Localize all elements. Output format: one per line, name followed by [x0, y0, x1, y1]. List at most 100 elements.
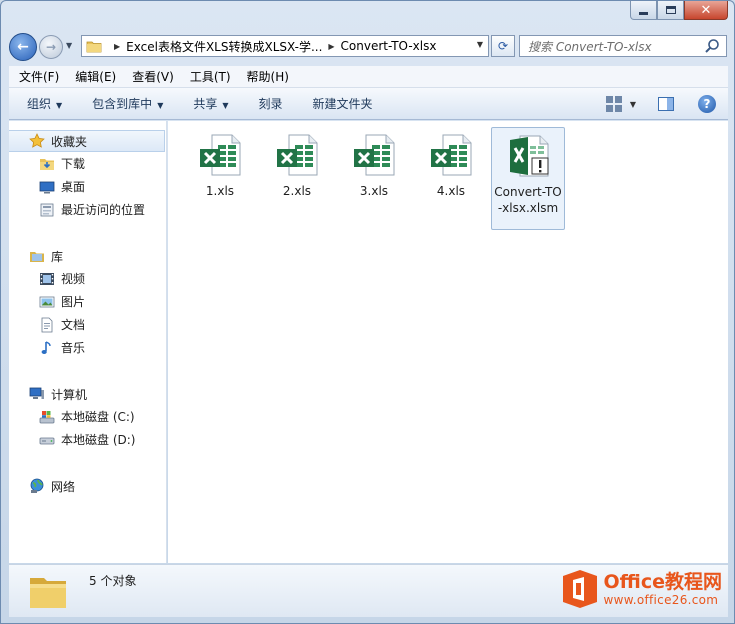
menu-help[interactable]: 帮助(H): [247, 68, 289, 85]
explorer-window: ✕ ← → ▼ ▶ Excel表格文件XLS转换成XLSX-学... ▶ Con…: [0, 0, 735, 624]
include-in-library-label: 包含到库中: [92, 97, 153, 111]
nav-recent-places-label: 最近访问的位置: [61, 203, 146, 217]
watermark-url: www.office26.com: [603, 593, 719, 607]
file-name: 4.xls: [436, 184, 466, 198]
close-button[interactable]: ✕: [684, 1, 728, 20]
share-button[interactable]: 共享 ▼: [193, 95, 228, 112]
breadcrumb-current[interactable]: Convert-TO-xlsx: [341, 39, 437, 53]
office-logo-icon: [562, 570, 597, 608]
search-input[interactable]: 搜索 Convert-TO-xlsx: [528, 38, 652, 55]
navigation-pane: 收藏夹 下载 桌面 最近访问的位置 库 视频 图片 文档 音乐 计算机 本地磁盘…: [9, 121, 167, 563]
network-icon: [30, 478, 44, 493]
favorites-group: 收藏夹 下载 桌面 最近访问的位置: [9, 130, 167, 221]
close-icon: ✕: [700, 2, 712, 18]
nav-libraries[interactable]: 库: [9, 245, 167, 267]
address-dropdown[interactable]: ▼: [477, 40, 483, 49]
chevron-down-icon: ▼: [56, 101, 63, 110]
chevron-down-icon: ▼: [222, 101, 229, 110]
view-controls: ▼ ?: [605, 95, 716, 113]
nav-desktop[interactable]: 桌面: [9, 175, 167, 198]
excel-xls-icon: [277, 134, 318, 176]
recent-pages-dropdown[interactable]: ▼: [66, 41, 72, 50]
menu-view[interactable]: 查看(V): [132, 68, 174, 85]
file-item[interactable]: 1.xls: [183, 127, 257, 199]
file-list: 1.xls 2.xls 3.xls 4.xls Convert-TO-xlsx.…: [168, 121, 728, 563]
chevron-down-icon: ▼: [157, 101, 164, 110]
pictures-icon: [39, 296, 55, 307]
file-item[interactable]: 2.xls: [260, 127, 334, 199]
refresh-icon: ⟳: [497, 39, 509, 53]
menu-file[interactable]: 文件(F): [19, 68, 59, 85]
menu-bar: 文件(F) 编辑(E) 查看(V) 工具(T) 帮助(H): [9, 66, 728, 88]
nav-pictures-label: 图片: [61, 295, 86, 309]
burn-button[interactable]: 刻录: [259, 95, 283, 112]
menu-tools[interactable]: 工具(T): [190, 68, 231, 85]
menu-edit[interactable]: 编辑(E): [75, 68, 116, 85]
excel-xlsm-icon: [510, 135, 549, 177]
nav-videos[interactable]: 视频: [9, 267, 167, 290]
search-icon[interactable]: [704, 38, 720, 54]
nav-downloads[interactable]: 下载: [9, 152, 167, 175]
file-item-selected[interactable]: Convert-TO-xlsx.xlsm: [491, 127, 565, 230]
library-icon: [30, 252, 44, 262]
file-item[interactable]: 4.xls: [414, 127, 488, 199]
nav-drive-d[interactable]: 本地磁盘 (D:): [9, 428, 167, 451]
downloads-folder-icon: [40, 158, 54, 170]
maximize-icon: [665, 6, 676, 14]
new-folder-button[interactable]: 新建文件夹: [313, 95, 373, 112]
breadcrumb-separator[interactable]: ▶: [328, 42, 334, 51]
refresh-button[interactable]: ⟳: [491, 35, 515, 57]
navigation-bar: ← → ▼ ▶ Excel表格文件XLS转换成XLSX-学... ▶ Conve…: [9, 31, 727, 61]
documents-icon: [41, 317, 53, 332]
search-box[interactable]: 搜索 Convert-TO-xlsx: [519, 35, 727, 57]
file-name: Convert-TO-xlsx.xlsm: [494, 185, 562, 215]
recent-places-icon: [40, 203, 54, 216]
system-drive-icon: [39, 410, 55, 423]
folder-icon: [30, 578, 66, 608]
help-icon[interactable]: ?: [698, 95, 716, 113]
details-pane: 5 个对象 Office教程网 www.office26.com: [9, 564, 728, 617]
network-group: 网络: [9, 475, 167, 497]
nav-documents[interactable]: 文档: [9, 313, 167, 336]
file-name: 3.xls: [359, 184, 389, 198]
preview-pane-icon[interactable]: [658, 97, 674, 111]
nav-music[interactable]: 音乐: [9, 336, 167, 359]
include-in-library-button[interactable]: 包含到库中 ▼: [92, 95, 163, 112]
nav-drive-c[interactable]: 本地磁盘 (C:): [9, 405, 167, 428]
excel-xls-icon: [200, 134, 241, 176]
minimize-icon: [639, 11, 648, 15]
arrow-left-icon: ←: [17, 39, 29, 55]
star-icon: [29, 133, 45, 148]
nav-music-label: 音乐: [61, 341, 86, 355]
file-item[interactable]: 3.xls: [337, 127, 411, 199]
breadcrumb-separator[interactable]: ▶: [114, 42, 120, 51]
folder-icon: [86, 41, 102, 53]
nav-drive-d-label: 本地磁盘 (D:): [61, 433, 136, 447]
forward-button[interactable]: →: [39, 35, 63, 59]
nav-network[interactable]: 网络: [9, 475, 167, 497]
nav-documents-label: 文档: [61, 318, 86, 332]
minimize-button[interactable]: [630, 1, 657, 20]
excel-xls-icon: [431, 134, 472, 176]
maximize-button[interactable]: [657, 1, 684, 20]
nav-network-label: 网络: [51, 479, 76, 494]
change-view-icon[interactable]: [605, 96, 622, 112]
hard-drive-icon: [39, 437, 55, 444]
nav-favorites[interactable]: 收藏夹: [9, 130, 165, 152]
watermark-brand: Office教程网: [603, 571, 723, 593]
file-name: 1.xls: [205, 184, 235, 198]
nav-pictures[interactable]: 图片: [9, 290, 167, 313]
breadcrumb-parent[interactable]: Excel表格文件XLS转换成XLSX-学...: [126, 38, 322, 55]
nav-recent-places[interactable]: 最近访问的位置: [9, 198, 167, 221]
command-bar: 组织 ▼ 包含到库中 ▼ 共享 ▼ 刻录 新建文件夹 ▼ ?: [9, 88, 728, 120]
computer-icon: [29, 387, 44, 399]
organize-button[interactable]: 组织 ▼: [27, 95, 62, 112]
share-label: 共享: [193, 97, 218, 111]
nav-desktop-label: 桌面: [61, 180, 86, 194]
nav-computer[interactable]: 计算机: [9, 383, 167, 405]
back-button[interactable]: ←: [9, 33, 37, 61]
address-bar[interactable]: ▶ Excel表格文件XLS转换成XLSX-学... ▶ Convert-TO-…: [81, 35, 489, 57]
view-options-dropdown[interactable]: ▼: [630, 100, 636, 109]
file-name: 2.xls: [282, 184, 312, 198]
watermark-text: Office教程网 www.office26.com: [604, 571, 723, 607]
